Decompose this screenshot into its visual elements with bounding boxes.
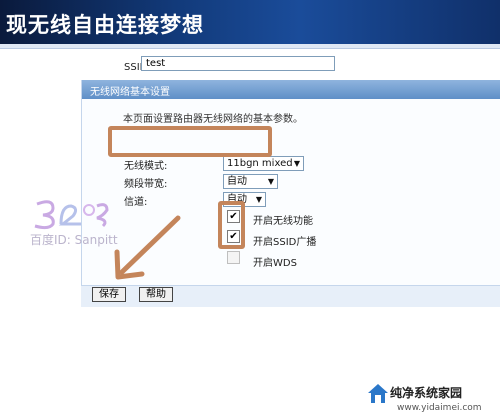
enable-wireless-label: 开启无线功能 — [253, 216, 313, 227]
mode-label: 无线模式: — [124, 161, 168, 172]
bandwidth-select-value: 自动 — [227, 176, 247, 187]
arrow-annotation-icon — [114, 215, 181, 280]
bandwidth-select[interactable]: 自动 ▼ — [223, 174, 278, 189]
watermark-logo-icon — [34, 200, 109, 230]
checkbox-highlight-box — [218, 201, 245, 249]
mode-select[interactable]: 11bgn mixed ▼ — [223, 156, 304, 171]
footer-brand: 纯净系统家园 — [390, 386, 463, 400]
ssid-input[interactable] — [141, 56, 335, 71]
house-icon — [368, 384, 388, 403]
help-button[interactable]: 帮助 — [139, 287, 173, 302]
chevron-down-icon: ▼ — [255, 195, 262, 204]
chevron-down-icon: ▼ — [293, 159, 300, 168]
panel-header: 无线网络基本设置 — [82, 80, 500, 99]
save-button[interactable]: 保存 — [92, 287, 126, 302]
chevron-down-icon: ▼ — [267, 177, 274, 186]
ssid-highlight-box — [108, 126, 272, 157]
footer-url: www.yidaimei.com — [397, 403, 482, 413]
banner-title: 现无线自由连接梦想 — [6, 13, 204, 37]
banner-divider — [0, 44, 500, 49]
panel-title: 无线网络基本设置 — [90, 87, 170, 98]
enable-ssid-broadcast-label: 开启SSID广播 — [253, 237, 317, 248]
panel-description: 本页面设置路由器无线网络的基本参数。 — [123, 114, 303, 125]
bandwidth-label: 频段带宽: — [124, 179, 168, 190]
mode-select-value: 11bgn mixed — [227, 158, 293, 169]
channel-label: 信道: — [124, 197, 148, 208]
enable-wds-checkbox[interactable] — [227, 251, 240, 264]
enable-wds-label: 开启WDS — [253, 258, 297, 269]
watermark-id: 百度ID: Sanpitt — [30, 233, 118, 247]
top-banner: 现无线自由连接梦想 — [0, 0, 500, 44]
